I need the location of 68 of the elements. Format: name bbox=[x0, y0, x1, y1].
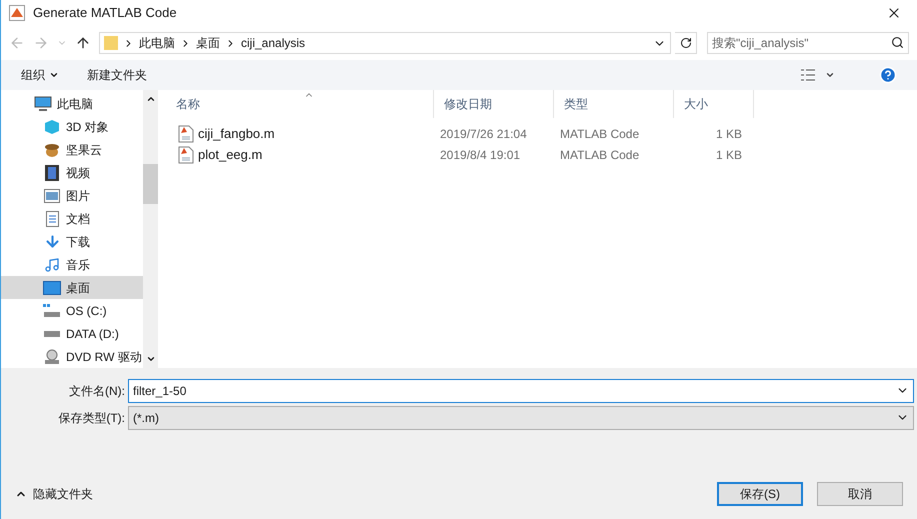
field-label: 文件名(N): bbox=[68, 382, 126, 400]
table-cell-text: 1 KB bbox=[714, 126, 742, 142]
caret-icon bbox=[49, 70, 59, 80]
file-name[interactable]: ciji_fangbo.m bbox=[198, 124, 275, 144]
matlab-file-icon bbox=[178, 124, 194, 142]
search-icon bbox=[891, 36, 904, 49]
scrollbar-thumb[interactable] bbox=[143, 164, 158, 204]
sidebar-item[interactable]: OS (C:) bbox=[1, 299, 143, 322]
column-header[interactable]: 修改日期 bbox=[434, 90, 554, 118]
refresh-icon bbox=[680, 37, 692, 49]
right-arrow-icon bbox=[33, 35, 49, 51]
matlab-logo-icon bbox=[9, 5, 25, 21]
column-header[interactable]: 名称 bbox=[166, 90, 434, 118]
file-type-dropdown[interactable]: (*.m) bbox=[128, 406, 914, 430]
column-header[interactable]: 大小 bbox=[674, 90, 754, 118]
scroll-down-icon[interactable] bbox=[146, 354, 156, 364]
sidebar-item[interactable]: 文档 bbox=[1, 207, 143, 230]
sidebar-item[interactable]: 视频 bbox=[1, 161, 143, 184]
sidebar-item[interactable]: 桌面 bbox=[1, 276, 143, 299]
field-label: 保存类型(T): bbox=[57, 410, 126, 426]
film-icon bbox=[45, 164, 59, 180]
organize-menu[interactable]: 组织 bbox=[21, 66, 59, 84]
sidebar-item[interactable]: 音乐 bbox=[1, 253, 143, 276]
new-folder-button[interactable]: 新建文件夹 bbox=[87, 66, 147, 84]
drive-icon bbox=[43, 304, 61, 318]
sidebar-item[interactable]: 图片 bbox=[1, 184, 143, 207]
computer-icon bbox=[34, 96, 52, 112]
acorn-icon bbox=[44, 142, 60, 158]
breadcrumb[interactable]: 桌面 bbox=[196, 34, 220, 52]
cube-icon bbox=[44, 118, 60, 134]
cancel-button[interactable]: 取消 bbox=[817, 482, 903, 506]
table-cell-text: 2019/8/4 19:01 bbox=[439, 146, 522, 164]
details-view-icon bbox=[801, 69, 817, 81]
sidebar-item[interactable]: 下载 bbox=[1, 230, 143, 253]
table-cell-text: MATLAB Code bbox=[559, 126, 640, 142]
table-cell-text: 1 KB bbox=[714, 146, 742, 164]
matlab-file-icon bbox=[178, 146, 194, 164]
breadcrumb[interactable]: ciji_analysis bbox=[241, 34, 306, 52]
column-header[interactable]: 类型 bbox=[554, 90, 674, 118]
file-name[interactable]: plot_eeg.m bbox=[198, 144, 262, 164]
table-cell-text: MATLAB Code bbox=[559, 146, 640, 164]
disc-drive-icon bbox=[44, 348, 60, 364]
filename-field[interactable]: filter_1-50 bbox=[128, 378, 914, 402]
sidebar-item[interactable]: DVD RW 驱动 bbox=[1, 345, 143, 368]
view-options-button[interactable] bbox=[801, 69, 835, 81]
scroll-up-icon[interactable] bbox=[146, 94, 156, 104]
breadcrumb[interactable]: 此电脑 bbox=[139, 34, 175, 52]
desktop-icon bbox=[43, 280, 61, 294]
window-title: Generate MATLAB Code bbox=[33, 4, 177, 22]
search-field[interactable]: 搜索"ciji_analysis" bbox=[707, 32, 909, 54]
caret-icon bbox=[825, 70, 835, 80]
sidebar-item[interactable]: 此电脑 bbox=[1, 92, 143, 115]
refresh-button[interactable] bbox=[675, 32, 697, 54]
hide-folders-toggle[interactable]: 隐藏文件夹 bbox=[15, 485, 93, 503]
drive-icon bbox=[43, 330, 61, 338]
save-button[interactable]: 保存(S) bbox=[717, 482, 803, 506]
folder-icon bbox=[104, 35, 118, 51]
music-note-icon bbox=[44, 256, 60, 272]
table-cell-text: 2019/7/26 21:04 bbox=[439, 126, 528, 142]
document-icon bbox=[46, 210, 58, 226]
download-icon bbox=[44, 233, 60, 250]
sidebar-item[interactable]: 3D 对象 bbox=[1, 115, 143, 138]
help-icon[interactable] bbox=[879, 66, 897, 84]
address-bar[interactable]: 此电脑 桌面 ciji_analysis bbox=[99, 32, 671, 54]
sidebar-item[interactable]: 坚果云 bbox=[1, 138, 143, 161]
picture-icon bbox=[44, 188, 60, 202]
scrollbar[interactable] bbox=[143, 90, 158, 368]
sidebar-item[interactable]: DATA (D:) bbox=[1, 322, 143, 345]
